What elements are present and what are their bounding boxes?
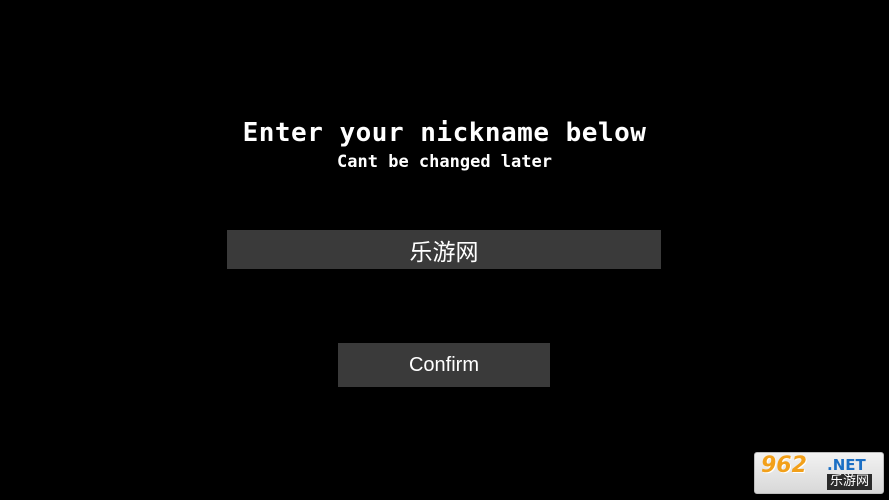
prompt-subtitle: Cant be changed later (337, 152, 552, 172)
watermark-domain: .NET (827, 456, 866, 474)
watermark-number: 962 (761, 453, 807, 478)
site-watermark-logo: 962 .NET 乐游网 (754, 452, 884, 494)
prompt-title: Enter your nickname below (242, 118, 647, 148)
nickname-screen: Enter your nickname below Cant be change… (0, 0, 889, 500)
nickname-input[interactable] (227, 230, 661, 269)
watermark-site-name: 乐游网 (827, 474, 873, 490)
confirm-button[interactable]: Confirm (338, 343, 550, 387)
